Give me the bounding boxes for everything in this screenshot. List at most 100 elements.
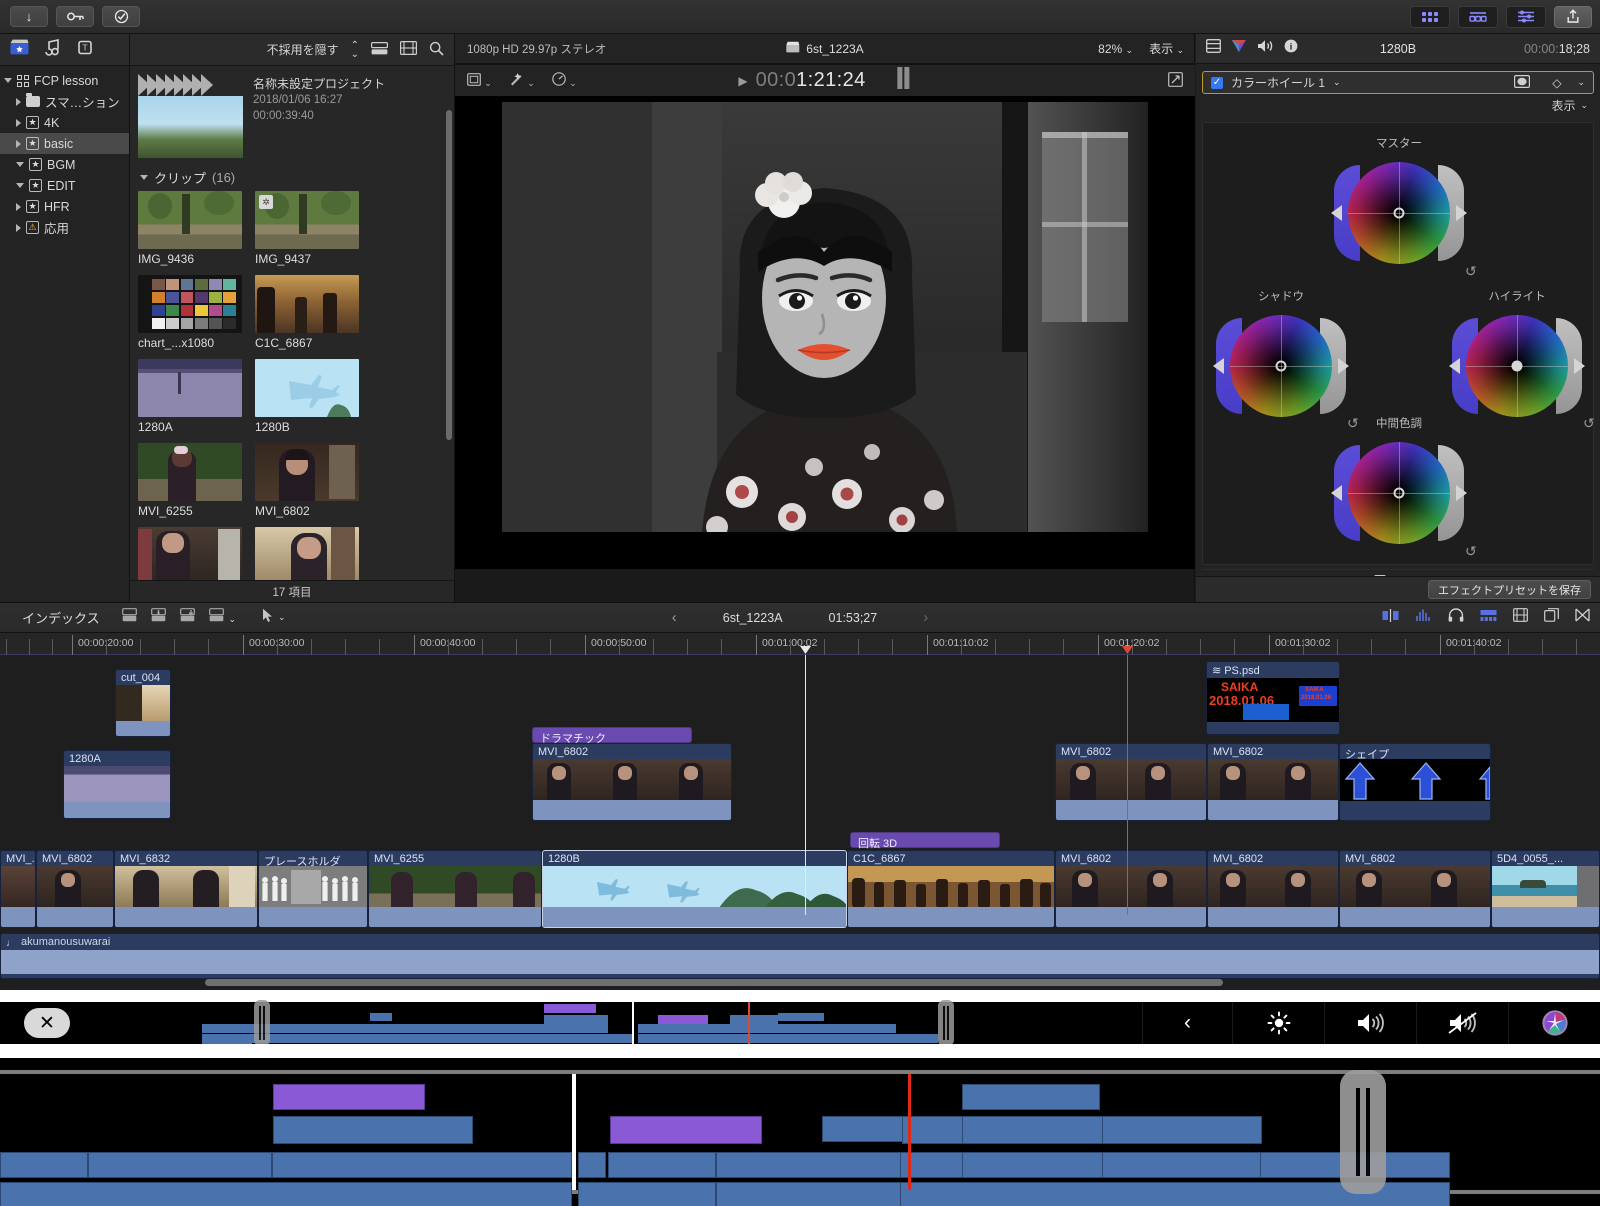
wheel-knob[interactable] — [1393, 487, 1405, 499]
touchbar-zoomed-skimmer[interactable] — [908, 1074, 911, 1190]
titles-generators-icon[interactable]: T — [77, 39, 95, 61]
video-inspector-icon[interactable] — [1206, 39, 1221, 58]
play-icon[interactable]: ▶ — [738, 74, 747, 88]
import-media-button[interactable]: ↓ — [10, 6, 48, 27]
reset-highlight-icon[interactable]: ↺ — [1583, 415, 1595, 432]
touchbar-clip[interactable] — [1102, 1152, 1262, 1178]
color-wheel-shadow[interactable] — [1213, 304, 1349, 428]
mask-icon[interactable] — [1514, 74, 1531, 91]
keyframe-diamond-icon[interactable]: ◇ — [1552, 76, 1561, 90]
inspector-show-row[interactable]: 表示 ⌄ — [1196, 94, 1600, 116]
retime-icon[interactable]: ⌄ — [551, 72, 577, 89]
browser-clip[interactable]: MVI_6832 — [255, 527, 359, 580]
wheel-left-handle[interactable] — [1449, 358, 1460, 374]
timeline-clip-mvi6802-lane2-b[interactable]: MVI_6802 — [1055, 743, 1207, 821]
viewer-fullscreen-button[interactable] — [1168, 71, 1183, 90]
timeline-clip-mvi6802-main-d[interactable]: MVI_6802 — [1339, 850, 1491, 928]
next-project-button[interactable]: › — [923, 609, 928, 626]
timeline-lanes[interactable]: cut_004 ≋ PS.psd SAIKA 2018.01.06 SAIKA … — [0, 655, 1600, 979]
timeline-panel[interactable]: 00:00:20:00 00:00:30:00 00:00:40:00 00:0… — [0, 633, 1600, 990]
clips-section-header[interactable]: クリップ (16) — [130, 162, 454, 191]
touchbar-zoom-handle-left[interactable] — [254, 1000, 270, 1046]
timeline-clip-mvi6802-lane2-a[interactable]: MVI_6802 — [532, 743, 732, 821]
transform-icon[interactable]: ⌄ — [467, 72, 492, 89]
timeline-clip-5d4-0055[interactable]: 5D4_0055_... — [1491, 850, 1600, 928]
wheel-knob[interactable] — [1275, 360, 1287, 372]
touchbar-clip[interactable] — [608, 1152, 716, 1178]
insert-icon[interactable] — [151, 608, 166, 627]
share-button[interactable] — [1554, 5, 1592, 28]
sidebar-item-4k[interactable]: ★ 4K — [0, 112, 129, 133]
touchbar-zoomed-playhead[interactable] — [572, 1074, 576, 1190]
touchbar-clip[interactable] — [88, 1152, 272, 1178]
timeline-view-button[interactable] — [1458, 5, 1498, 28]
color-wheel-midtones[interactable] — [1331, 431, 1467, 555]
browser-clip[interactable]: C1C_6867 — [255, 275, 359, 350]
select-tool-group[interactable]: ⌄ — [262, 608, 286, 628]
audio-meter-icon[interactable] — [896, 67, 912, 94]
mute-button[interactable] — [1416, 1002, 1508, 1044]
disclosure-triangle-icon[interactable] — [16, 183, 24, 188]
library-icon[interactable] — [10, 39, 29, 60]
append-icon[interactable] — [122, 608, 137, 627]
browser-clip[interactable]: 1280B — [255, 359, 359, 434]
timeline-clip-1280a[interactable]: 1280A — [63, 750, 171, 819]
brightness-button[interactable] — [1232, 1002, 1324, 1044]
timeline-audio-track[interactable]: ♩ akumanousuwarai — [0, 933, 1600, 979]
browser-scrollbar[interactable] — [446, 110, 452, 440]
browser-filter-label[interactable]: 不採用を隠す — [267, 41, 339, 58]
effect-row-color-wheels[interactable]: ✓ カラーホイール 1 ⌄ ◇ ⌄ — [1202, 71, 1594, 94]
timeline-clip-1280b[interactable]: 1280B — [542, 850, 847, 928]
touchbar-clip[interactable] — [902, 1116, 966, 1144]
reset-master-icon[interactable]: ↺ — [1465, 263, 1477, 280]
touchbar-clip[interactable] — [962, 1152, 1104, 1178]
timeline-title-dramatic[interactable]: ドラマチック — [532, 727, 692, 745]
color-inspector-icon[interactable] — [1231, 39, 1247, 58]
timeline-clip-c1c6867[interactable]: C1C_6867 — [847, 850, 1055, 928]
touchbar-zoom-handle-right[interactable] — [938, 1000, 954, 1046]
index-button[interactable]: インデックス — [22, 608, 100, 627]
timeline-playhead[interactable] — [805, 655, 806, 915]
sidebar-item-bgm[interactable]: ★ BGM — [0, 154, 129, 175]
wheel-right-handle[interactable] — [1456, 205, 1467, 221]
touchbar-zoomed-inner[interactable] — [0, 1070, 1600, 1206]
overwrite-icon[interactable]: ⌄ — [209, 608, 236, 627]
enhancements-icon[interactable]: ⌄ — [509, 72, 535, 89]
volume-up-button[interactable] — [1324, 1002, 1416, 1044]
viewer-timecode[interactable]: 00:01:21:24 — [756, 69, 866, 92]
touchbar-clip[interactable] — [962, 1116, 1104, 1144]
rating-button[interactable] — [102, 6, 140, 27]
effect-enabled-checkbox[interactable]: ✓ — [1211, 76, 1223, 89]
save-effect-preset-button[interactable]: エフェクトプリセットを保存 — [1428, 580, 1591, 599]
sidebar-item-hfr[interactable]: ★ HFR — [0, 196, 129, 217]
touchbar-skimmer[interactable] — [748, 1002, 750, 1044]
chevron-down-icon[interactable]: ⌄ — [278, 612, 286, 623]
touchbar-clip[interactable] — [716, 1182, 902, 1206]
keyword-button[interactable] — [56, 6, 94, 27]
timeline-clip-shape[interactable]: シェイプ — [1339, 743, 1491, 821]
browser-clip[interactable]: MVI_6802 — [255, 443, 359, 518]
browser-clip[interactable]: IMG_9436 — [138, 191, 242, 266]
filmstrip-view-icon[interactable] — [400, 41, 418, 58]
wheel-left-handle[interactable] — [1331, 205, 1342, 221]
connect-icon[interactable] — [180, 608, 195, 627]
wheel-left-handle[interactable] — [1213, 358, 1224, 374]
browser-content[interactable]: 名称未設定プロジェクト 2018/01/06 16:27 00:00:39:40… — [130, 66, 454, 580]
touchbar-clip[interactable] — [0, 1182, 572, 1206]
touchbar-close-button[interactable]: ✕ — [24, 1008, 70, 1038]
timeline-clip-placeholder[interactable]: プレースホルダ — [258, 850, 368, 928]
clip-appearance-icon[interactable] — [1480, 609, 1497, 627]
timeline-clip-mvi6802-main-a[interactable]: MVI_6802 — [36, 850, 114, 928]
browser-clip[interactable]: MVI_6255 — [138, 443, 242, 518]
headphone-icon[interactable] — [1448, 608, 1464, 627]
disclosure-triangle-icon[interactable] — [140, 175, 148, 180]
disclosure-triangle-icon[interactable] — [16, 202, 21, 211]
trim-icon[interactable] — [1382, 608, 1399, 627]
wheel-left-handle[interactable] — [1331, 485, 1342, 501]
timeline-clip-mvi6832[interactable]: MVI_6832 — [114, 850, 258, 928]
project-card[interactable]: 名称未設定プロジェクト 2018/01/06 16:27 00:00:39:40 — [130, 66, 454, 162]
touchbar-zoomed-strip[interactable] — [0, 1058, 1600, 1206]
touchbar-clip-title[interactable] — [273, 1084, 425, 1110]
timeline-ruler[interactable]: 00:00:20:00 00:00:30:00 00:00:40:00 00:0… — [0, 633, 1600, 655]
sidebar-item-basic[interactable]: ★ basic — [0, 133, 129, 154]
